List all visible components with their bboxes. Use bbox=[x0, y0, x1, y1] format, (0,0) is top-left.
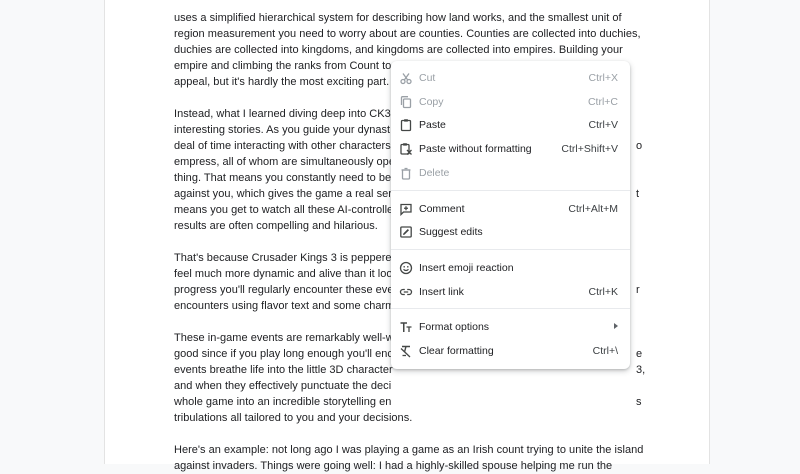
menu-item-shortcut: Ctrl+V bbox=[588, 119, 618, 132]
document-line-fragment: s bbox=[636, 396, 642, 408]
document-line: encounters using flavor text and some ch… bbox=[174, 300, 395, 312]
document-line-fragment: e bbox=[636, 348, 643, 360]
document-line: results are often compelling and hilario… bbox=[174, 220, 378, 232]
menu-item-label: Paste bbox=[419, 119, 446, 132]
menu-separator bbox=[391, 248, 630, 250]
document-line-fragment: o bbox=[636, 140, 643, 152]
menu-item-label: Insert emoji reaction bbox=[419, 261, 514, 274]
context-menu: Cut Ctrl+X Copy Ctrl+C Paste Ctrl+V Paste with… bbox=[391, 61, 630, 369]
scissors-icon bbox=[399, 71, 413, 85]
paste-plain-icon bbox=[399, 142, 413, 156]
text-format-icon bbox=[399, 320, 413, 334]
document-line: good since if you play long enough you'l… bbox=[174, 348, 393, 360]
document-line: means you get to watch all these AI-cont… bbox=[174, 204, 394, 216]
menu-separator bbox=[391, 189, 630, 191]
menu-item-label: Clear formatting bbox=[419, 345, 494, 357]
copy-icon bbox=[399, 95, 413, 109]
document-line: against invaders. Things were going well… bbox=[174, 460, 613, 472]
menu-item-label: Copy bbox=[419, 95, 444, 108]
menu-item-delete[interactable]: Delete bbox=[391, 161, 630, 185]
menu-item-copy[interactable]: Copy Ctrl+C bbox=[391, 90, 630, 114]
document-line: whole game into an incredible storytelli… bbox=[174, 396, 392, 408]
document-line: These in-game events are remarkably well… bbox=[174, 332, 394, 344]
menu-item-shortcut: Ctrl+Alt+M bbox=[568, 202, 618, 215]
document-line: duchies are collected into kingdoms, and… bbox=[174, 44, 623, 56]
menu-item-shortcut: Ctrl+C bbox=[587, 95, 618, 108]
document-line-fragment: r bbox=[636, 284, 640, 296]
menu-item-insert-emoji-reaction[interactable]: Insert emoji reaction bbox=[391, 256, 630, 280]
document-line: uses a simplified hierarchical system fo… bbox=[174, 12, 622, 24]
document-line: region measurement you need to worry abo… bbox=[174, 28, 641, 40]
document-line: progress you'll regularly encounter thes… bbox=[174, 284, 394, 296]
submenu-arrow-icon bbox=[614, 323, 618, 330]
clipboard-icon bbox=[399, 118, 413, 132]
document-line: empress, all of whom are simultaneously … bbox=[174, 156, 395, 168]
menu-item-clear-formatting[interactable]: Clear formatting Ctrl+\ bbox=[391, 339, 630, 363]
menu-item-label: Comment bbox=[419, 202, 465, 215]
menu-item-comment[interactable]: Comment Ctrl+Alt+M bbox=[391, 197, 630, 221]
document-line: against you, which gives the game a real… bbox=[174, 188, 392, 200]
menu-item-label: Delete bbox=[419, 166, 450, 179]
menu-item-shortcut: Ctrl+X bbox=[588, 72, 618, 84]
document-line: thing. That means you constantly need to… bbox=[174, 172, 392, 184]
document-line: tribulations all tailored to you and you… bbox=[174, 412, 413, 424]
menu-item-label: Suggest edits bbox=[419, 226, 483, 239]
trash-icon bbox=[399, 166, 413, 180]
menu-item-shortcut: Ctrl+Shift+V bbox=[561, 143, 618, 156]
menu-item-label: Insert link bbox=[419, 285, 464, 298]
menu-item-label: Paste without formatting bbox=[419, 143, 532, 156]
document-line-fragment: t bbox=[636, 188, 640, 200]
menu-item-format-options[interactable]: Format options bbox=[391, 315, 630, 339]
menu-item-label: Cut bbox=[419, 72, 436, 84]
menu-item-paste-without-formatting[interactable]: Paste without formatting Ctrl+Shift+V bbox=[391, 137, 630, 161]
link-icon bbox=[399, 285, 413, 299]
document-line: That's because Crusader Kings 3 is peppe… bbox=[174, 252, 392, 264]
menu-item-shortcut: Ctrl+\ bbox=[592, 345, 618, 357]
suggest-edit-icon bbox=[399, 225, 413, 239]
menu-item-paste[interactable]: Paste Ctrl+V bbox=[391, 113, 630, 137]
document-line: interesting stories. As you guide your d… bbox=[174, 124, 391, 136]
document-line: Here's an example: not long ago I was pl… bbox=[174, 444, 644, 456]
document-line: events breathe life into the little 3D c… bbox=[174, 364, 393, 376]
comment-add-icon bbox=[399, 202, 413, 216]
emoji-icon bbox=[399, 261, 413, 275]
document-line: deal of time interacting with other char… bbox=[174, 140, 391, 152]
document-line: appeal, but it's hardly the most excitin… bbox=[174, 76, 390, 88]
document-line: Instead, what I learned diving deep into… bbox=[174, 108, 391, 120]
document-line-fragment: 3, bbox=[636, 364, 646, 376]
menu-item-label: Format options bbox=[419, 321, 490, 334]
menu-item-suggest-edits[interactable]: Suggest edits bbox=[391, 220, 630, 244]
clear-format-icon bbox=[399, 344, 413, 358]
menu-separator bbox=[391, 308, 630, 310]
menu-item-insert-link[interactable]: Insert link Ctrl+K bbox=[391, 280, 630, 304]
document-line: feel much more dynamic and alive than it… bbox=[174, 268, 393, 280]
document-line: and when they effectively punctuate the … bbox=[174, 380, 392, 392]
menu-item-shortcut: Ctrl+K bbox=[588, 285, 618, 298]
menu-item-cut[interactable]: Cut Ctrl+X bbox=[391, 66, 630, 90]
